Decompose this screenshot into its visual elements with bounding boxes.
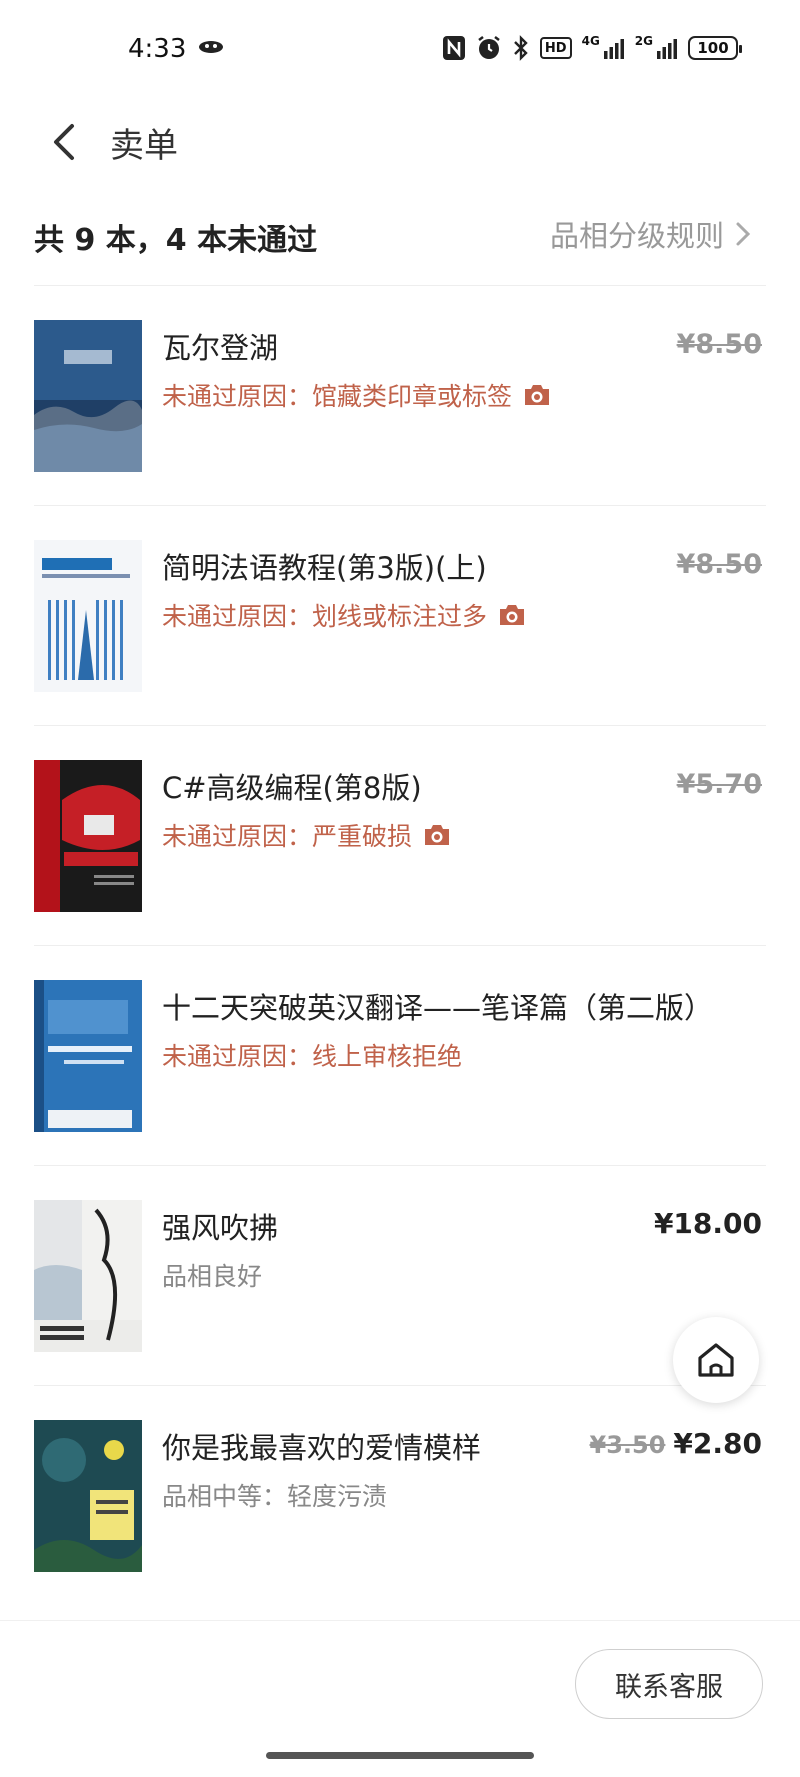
divider [34, 505, 766, 506]
camera-icon[interactable] [522, 382, 552, 408]
struck-price: ¥8.50 [676, 549, 762, 580]
book-item[interactable]: 瓦尔登湖 未通过原因：馆藏类印章或标签 ¥8.50 [0, 285, 800, 505]
camera-icon[interactable] [497, 602, 527, 628]
condition-grade: 品相中等：轻度污渍 [162, 1482, 388, 1511]
bluetooth-icon [514, 35, 528, 61]
divider [34, 1385, 766, 1386]
reject-reason: 未通过原因：馆藏类印章或标签 [162, 377, 552, 413]
home-icon [698, 1343, 734, 1377]
grading-rules-link[interactable]: 品相分级规则 [550, 213, 752, 255]
book-item[interactable]: 你是我最喜欢的爱情模样 品相中等：轻度污渍 ¥3.50 ¥2.80 [0, 1385, 800, 1605]
final-price: ¥2.80 [673, 1427, 762, 1460]
book-item[interactable]: 简明法语教程(第3版)(上) 未通过原因：划线或标注过多 ¥8.50 [0, 505, 800, 725]
book-item[interactable]: 十二天突破英汉翻译——笔译篇（第二版） 未通过原因：线上审核拒绝 [0, 945, 800, 1165]
page-title: 卖单 [110, 126, 178, 166]
book-cover-image [34, 1420, 142, 1572]
signal-4g-icon: 4G [582, 34, 625, 62]
status-time: 4:33 [128, 34, 187, 64]
book-title: 十二天突破英汉翻译——笔译篇（第二版） [162, 991, 714, 1025]
book-cover-image [34, 980, 142, 1132]
book-cover-image [34, 1200, 142, 1352]
contact-support-button[interactable]: 联系客服 [575, 1649, 763, 1719]
reject-reason: 未通过原因：线上审核拒绝 [162, 1037, 462, 1073]
order-summary: 共 9 本，4 本未通过 [34, 223, 318, 258]
reject-reason: 未通过原因：严重破损 [162, 817, 452, 853]
app-screen: 4:33 HD 4G 2G 100 卖单 共 9 本，4 本未通过 品相分级规则… [0, 0, 800, 1777]
divider [34, 725, 766, 726]
price: ¥18.00 [653, 1207, 762, 1240]
book-title: 强风吹拂 [162, 1211, 279, 1245]
hd-label: HD [544, 40, 567, 56]
book-title: 简明法语教程(第3版)(上) [162, 551, 487, 585]
struck-price: ¥5.70 [676, 769, 762, 800]
book-cover-image [34, 320, 142, 472]
book-title: 瓦尔登湖 [162, 331, 279, 365]
signal-bars-2-icon [657, 39, 677, 59]
divider [34, 1165, 766, 1166]
reject-reason-text: 未通过原因：线上审核拒绝 [162, 1042, 463, 1071]
battery-level: 100 [697, 39, 729, 57]
condition-grade: 品相良好 [162, 1262, 263, 1291]
grading-rules-label: 品相分级规则 [549, 219, 724, 253]
book-title: 你是我最喜欢的爱情模样 [162, 1431, 482, 1465]
back-arrow-icon[interactable] [44, 120, 84, 164]
price-group: ¥3.50 ¥2.80 [590, 1427, 763, 1460]
reject-reason-text: 未通过原因：严重破损 [162, 822, 413, 851]
net2-label: 2G [634, 34, 653, 48]
title-bar: 卖单 [0, 100, 800, 190]
bottom-bar: 联系客服 [0, 1620, 800, 1740]
divider [34, 945, 766, 946]
nfc-icon [442, 36, 465, 60]
signal-bars-icon [603, 39, 624, 59]
book-item[interactable]: C#高级编程(第8版) 未通过原因：严重破损 ¥5.70 [0, 725, 800, 945]
book-cover-image [34, 760, 142, 912]
net1-label: 4G [581, 34, 600, 48]
face-icon [199, 41, 223, 53]
alarm-icon [478, 36, 500, 59]
camera-icon[interactable] [422, 822, 452, 848]
reject-reason-text: 未通过原因：划线或标注过多 [162, 602, 488, 631]
battery-icon: 100 [688, 36, 742, 60]
home-indicator[interactable] [266, 1752, 534, 1759]
home-button[interactable] [673, 1317, 759, 1403]
reject-reason-text: 未通过原因：馆藏类印章或标签 [162, 382, 513, 411]
status-bar: 4:33 HD 4G 2G 100 [0, 0, 800, 100]
reject-reason: 未通过原因：划线或标注过多 [162, 597, 527, 633]
book-title: C#高级编程(第8版) [162, 771, 422, 805]
status-icons: HD 4G 2G 100 [442, 34, 742, 62]
book-cover-image [34, 540, 142, 692]
hd-icon: HD [539, 37, 572, 59]
chevron-right-icon [736, 222, 751, 246]
signal-2g-icon: 2G [635, 34, 678, 62]
divider [34, 285, 766, 286]
struck-price: ¥8.50 [676, 329, 762, 360]
original-price: ¥3.50 [589, 1431, 666, 1459]
